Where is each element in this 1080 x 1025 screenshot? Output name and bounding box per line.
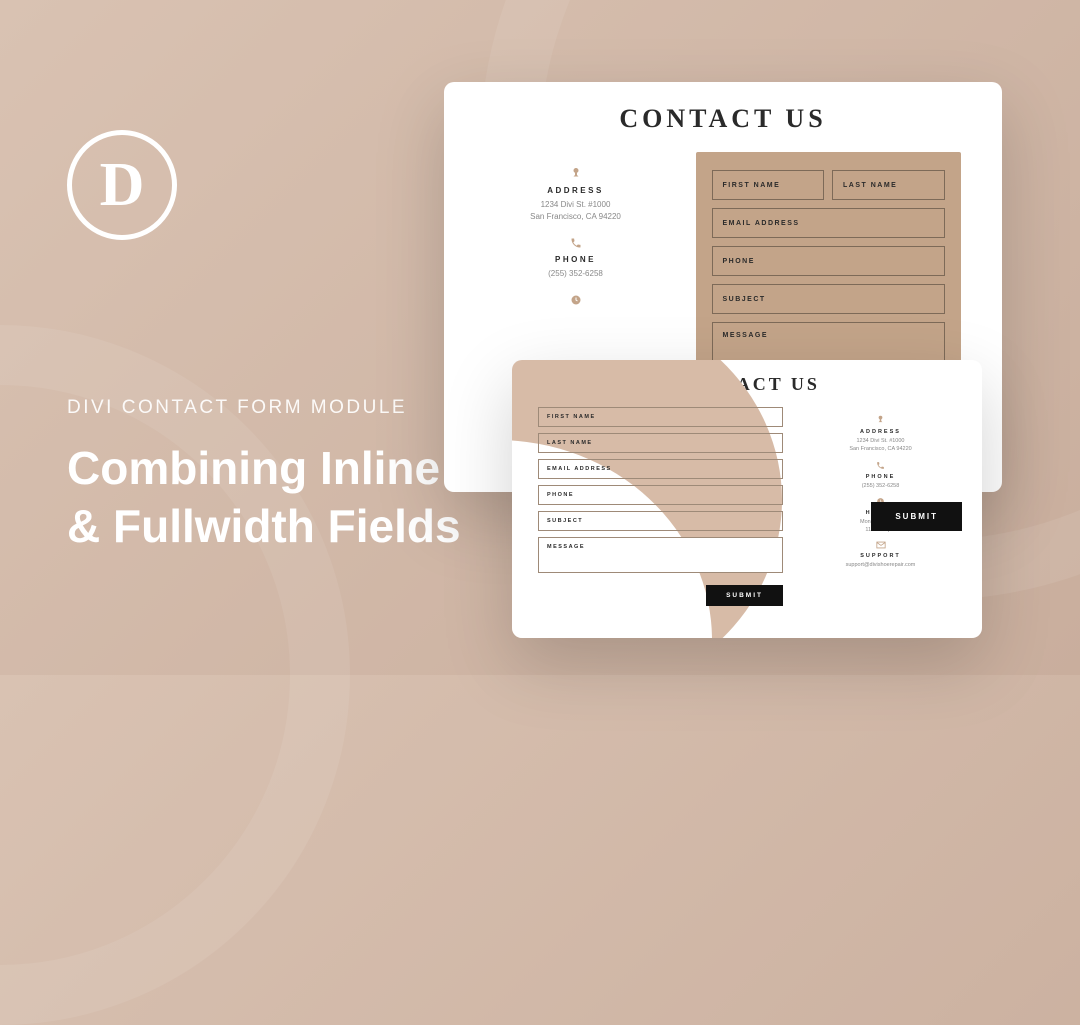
first-name-input-b[interactable]: FIRST NAME xyxy=(538,407,783,427)
email-input-b[interactable]: EMAIL ADDRESS xyxy=(538,459,783,479)
email-input[interactable]: EMAIL ADDRESS xyxy=(712,208,945,238)
phone-icon xyxy=(805,461,956,470)
submit-button-b[interactable]: SUBMIT xyxy=(706,585,783,606)
pin-icon xyxy=(805,414,956,425)
phone-input[interactable]: PHONE xyxy=(712,246,945,276)
phone-value: (255) 352-6258 xyxy=(486,268,666,280)
clock-icon xyxy=(486,294,666,306)
bg-ring-2 xyxy=(0,325,350,1025)
message-input-b[interactable]: MESSAGE xyxy=(538,537,783,573)
address-line-2-b: San Francisco, CA 94220 xyxy=(805,445,956,453)
contact-card-b: CONTACT US FIRST NAME LAST NAME EMAIL AD… xyxy=(512,360,982,638)
address-line-2: San Francisco, CA 94220 xyxy=(486,211,666,223)
subject-input[interactable]: SUBJECT xyxy=(712,284,945,314)
address-label: ADDRESS xyxy=(486,186,666,195)
phone-icon xyxy=(486,237,666,249)
address-label-b: ADDRESS xyxy=(805,429,956,435)
last-name-input[interactable]: LAST NAME xyxy=(832,170,945,200)
last-name-input-b[interactable]: LAST NAME xyxy=(538,433,783,453)
kicker-text: DIVI CONTACT FORM MODULE xyxy=(67,397,407,419)
submit-button-a[interactable]: SUBMIT xyxy=(871,502,962,531)
card-b-form: FIRST NAME LAST NAME EMAIL ADDRESS PHONE… xyxy=(538,407,783,606)
support-label-b: SUPPORT xyxy=(805,553,956,559)
card-a-title: CONTACT US xyxy=(444,104,1002,134)
phone-value-b: (255) 352-6258 xyxy=(805,482,956,490)
headline-line-1: Combining Inline xyxy=(67,442,440,494)
address-line-1-b: 1234 Divi St. #1000 xyxy=(805,437,956,445)
address-line-1: 1234 Divi St. #1000 xyxy=(486,199,666,211)
subject-input-b[interactable]: SUBJECT xyxy=(538,511,783,531)
divi-logo: D xyxy=(67,130,177,240)
pin-icon xyxy=(486,166,666,180)
headline: Combining Inline & Fullwidth Fields xyxy=(67,440,461,555)
phone-input-b[interactable]: PHONE xyxy=(538,485,783,505)
first-name-input[interactable]: FIRST NAME xyxy=(712,170,825,200)
phone-label-b: PHONE xyxy=(805,474,956,480)
phone-label: PHONE xyxy=(486,255,666,264)
envelope-icon xyxy=(805,541,956,549)
headline-line-2: & Fullwidth Fields xyxy=(67,500,461,552)
support-value-b: support@divishoerepair.com xyxy=(805,561,956,569)
